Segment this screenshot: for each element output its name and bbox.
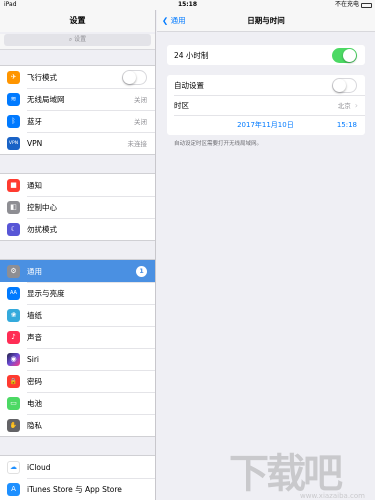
timezone-row[interactable]: 时区 北京 › [167, 95, 365, 115]
sidebar-item-label: 声音 [27, 332, 42, 342]
charging-status: 不在充电 [334, 1, 359, 8]
hour24-row[interactable]: 24 小时制 [167, 45, 365, 65]
control-center-icon: ◧ [7, 200, 20, 214]
toggle-knob [343, 48, 356, 62]
wallpaper-icon: ❀ [7, 308, 20, 322]
sidebar-item-label: 电池 [27, 398, 42, 408]
search-input[interactable]: ⌕ 设置 [4, 34, 151, 46]
date-time-picker-row[interactable]: 2017年11月10日 15:18 [167, 115, 365, 135]
toggle-knob [333, 78, 346, 92]
sidebar-item-display-brightness[interactable]: AA 显示与亮度 [0, 282, 155, 304]
sidebar-item-label: 通知 [27, 180, 42, 190]
search-placeholder: 设置 [74, 36, 87, 43]
hour24-group: 24 小时制 [167, 45, 365, 65]
settings-group-general: ⚙ 通用 1 AA 显示与亮度 ❀ 墙纸 ♪ 声音 ◉ Siri 🔒 密码 ▭ … [0, 259, 155, 437]
sidebar-item-notifications[interactable]: ■ 通知 [0, 174, 155, 196]
sidebar-item-label: 通用 [27, 266, 42, 276]
bluetooth-icon: ᛒ [7, 114, 20, 128]
sidebar-item-label: 无线局域网 [27, 94, 65, 104]
privacy-hand-icon: ✋ [7, 418, 20, 432]
auto-set-label: 自动设置 [174, 80, 204, 90]
sidebar-item-label: 控制中心 [27, 202, 57, 212]
auto-set-toggle[interactable] [332, 77, 357, 93]
sidebar-item-label: 飞行模式 [27, 72, 57, 82]
time-value[interactable]: 15:18 [337, 121, 357, 129]
do-not-disturb-icon: ☾ [7, 222, 20, 236]
sidebar-item-wifi[interactable]: ≋ 无线局域网 关闭 [0, 88, 155, 110]
sidebar-item-app-store[interactable]: A iTunes Store 与 App Store [0, 478, 155, 500]
sidebar-item-wallpaper[interactable]: ❀ 墙纸 [0, 304, 155, 326]
settings-group-notifications: ■ 通知 ◧ 控制中心 ☾ 勿扰模式 [0, 173, 155, 241]
watermark-logo: 下载吧 www.xiazaiba.com [229, 451, 369, 500]
timezone-footnote: 自动设定时区需要打开无线局域网。 [174, 141, 263, 147]
detail-navbar: ❮ 通用 日期与时间 [157, 10, 375, 32]
airplane-mode-toggle[interactable] [122, 69, 147, 85]
passcode-icon: 🔒 [7, 374, 20, 388]
settings-sidebar: 设置 ⌕ 设置 ✈ 飞行模式 ≋ 无线局域网 关闭 ᛒ 蓝牙 关闭 VPN VP… [0, 10, 156, 500]
chevron-right-icon: › [354, 100, 358, 110]
airplane-icon: ✈ [7, 70, 20, 84]
sidebar-title: 设置 [0, 10, 155, 32]
sidebar-item-label: VPN [27, 138, 43, 148]
sidebar-item-do-not-disturb[interactable]: ☾ 勿扰模式 [0, 218, 155, 240]
sidebar-item-label: 密码 [27, 376, 42, 386]
sidebar-item-label: 隐私 [27, 420, 42, 430]
sidebar-item-label: iCloud [27, 462, 51, 472]
sidebar-item-airplane-mode[interactable]: ✈ 飞行模式 [0, 66, 155, 88]
hour24-label: 24 小时制 [174, 50, 209, 60]
general-gear-icon: ⚙ [7, 264, 20, 278]
update-badge: 1 [136, 265, 147, 277]
wifi-status: 关闭 [134, 96, 147, 104]
display-brightness-icon: AA [7, 286, 20, 300]
notifications-icon: ■ [7, 178, 20, 192]
sidebar-item-vpn[interactable]: VPN VPN 未连接 [0, 132, 155, 154]
sidebar-item-label: Siri [27, 354, 40, 364]
icloud-icon: ☁ [7, 460, 20, 474]
status-time: 15:18 [177, 1, 198, 8]
timezone-value: 北京 [337, 102, 351, 110]
sidebar-item-siri[interactable]: ◉ Siri [0, 348, 155, 370]
sidebar-item-label: 蓝牙 [27, 116, 42, 126]
watermark-text: 下载吧 [229, 451, 343, 497]
sidebar-item-icloud[interactable]: ☁ iCloud [0, 456, 155, 478]
date-value[interactable]: 2017年11月10日 [174, 120, 337, 130]
sidebar-item-passcode[interactable]: 🔒 密码 [0, 370, 155, 392]
hour24-toggle[interactable] [332, 47, 357, 63]
sidebar-item-label: 勿扰模式 [27, 224, 57, 234]
sidebar-item-sounds[interactable]: ♪ 声音 [0, 326, 155, 348]
vpn-icon: VPN [7, 136, 20, 150]
sidebar-item-privacy[interactable]: ✋ 隐私 [0, 414, 155, 436]
sidebar-item-battery[interactable]: ▭ 电池 [0, 392, 155, 414]
sidebar-item-label: 墙纸 [27, 310, 42, 320]
auto-set-row[interactable]: 自动设置 [167, 75, 365, 95]
sidebar-item-label: 显示与亮度 [27, 288, 65, 298]
settings-group-connectivity: ✈ 飞行模式 ≋ 无线局域网 关闭 ᛒ 蓝牙 关闭 VPN VPN 未连接 [0, 65, 155, 155]
sounds-icon: ♪ [7, 330, 20, 344]
toggle-knob [123, 70, 136, 84]
app-store-icon: A [7, 482, 20, 496]
bluetooth-status: 关闭 [134, 118, 147, 126]
settings-group-accounts: ☁ iCloud A iTunes Store 与 App Store [0, 455, 155, 500]
sidebar-item-control-center[interactable]: ◧ 控制中心 [0, 196, 155, 218]
status-bar: iPad 15:18 不在充电 [0, 0, 375, 10]
vpn-status: 未连接 [127, 140, 148, 148]
page-title: 日期与时间 [247, 16, 285, 25]
siri-icon: ◉ [7, 352, 20, 366]
sidebar-item-bluetooth[interactable]: ᛒ 蓝牙 关闭 [0, 110, 155, 132]
timezone-label: 时区 [174, 100, 189, 110]
sidebar-item-general[interactable]: ⚙ 通用 1 [0, 260, 155, 282]
wifi-icon: ≋ [7, 92, 20, 106]
sidebar-item-label: iTunes Store 与 App Store [27, 484, 122, 494]
date-time-detail-pane: ❮ 通用 日期与时间 24 小时制 自动设置 时区 北京 › 2017年11月1… [157, 10, 375, 500]
battery-icon: ▭ [7, 396, 20, 410]
datetime-group: 自动设置 时区 北京 › 2017年11月10日 15:18 [167, 75, 365, 135]
battery-status-icon [361, 3, 372, 8]
